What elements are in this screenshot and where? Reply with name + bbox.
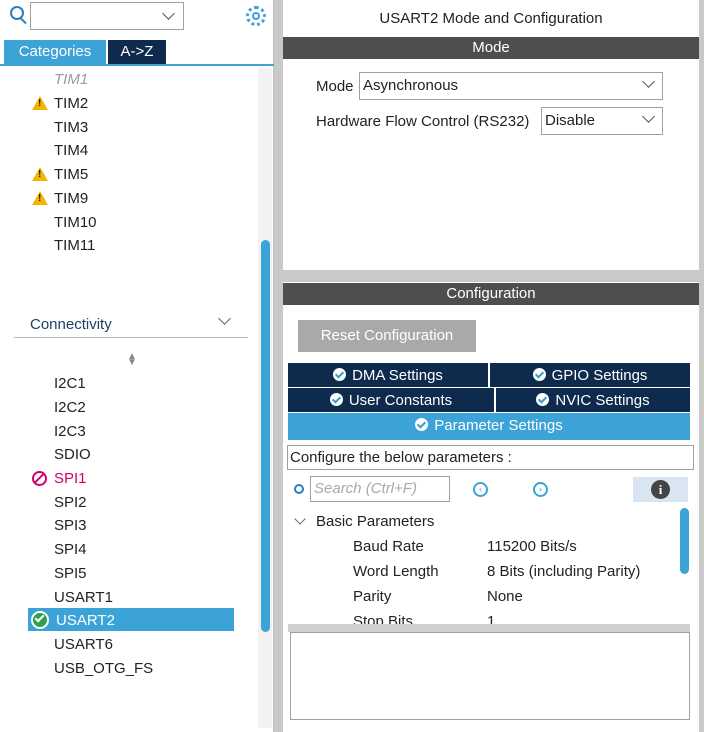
configure-text-box: Configure the below parameters : bbox=[287, 445, 694, 470]
scrollbar-thumb[interactable] bbox=[261, 240, 270, 632]
search-icon bbox=[294, 484, 304, 494]
list-item-tim9[interactable]: TIM9 bbox=[54, 190, 88, 207]
list-item-spi5[interactable]: SPI5 bbox=[54, 565, 87, 582]
param-name: Word Length bbox=[353, 563, 439, 580]
tab-gpio-settings[interactable]: GPIO Settings bbox=[490, 363, 690, 387]
warning-icon bbox=[32, 167, 48, 181]
list-item-i2c1[interactable]: I2C1 bbox=[54, 375, 86, 392]
mode-section-header: Mode bbox=[283, 37, 699, 59]
previous-icon[interactable]: ‹ bbox=[473, 482, 488, 497]
warning-icon bbox=[32, 96, 48, 110]
list-item-usb-otg-fs[interactable]: USB_OTG_FS bbox=[54, 660, 153, 677]
list-item-spi4[interactable]: SPI4 bbox=[54, 541, 87, 558]
list-item-tim4[interactable]: TIM4 bbox=[54, 142, 88, 159]
hfc-select[interactable]: Disable bbox=[541, 107, 663, 135]
param-name: Stop Bits bbox=[353, 613, 414, 624]
section-divider bbox=[14, 337, 248, 338]
list-item-tim11[interactable]: TIM11 bbox=[54, 237, 95, 254]
gear-icon-center bbox=[252, 12, 260, 20]
splitter[interactable] bbox=[288, 624, 690, 632]
mode-label: Mode bbox=[316, 78, 354, 95]
info-icon: i bbox=[651, 480, 670, 499]
list-item-sdio[interactable]: SDIO bbox=[54, 446, 91, 463]
mode-select[interactable]: Asynchronous bbox=[359, 72, 663, 100]
list-item-tim10[interactable]: TIM10 bbox=[54, 214, 97, 231]
reset-configuration-button[interactable]: Reset Configuration bbox=[298, 320, 476, 352]
list-item-spi2[interactable]: SPI2 bbox=[54, 494, 87, 511]
param-value[interactable]: 8 Bits (including Parity) bbox=[487, 563, 640, 580]
list-item-usart6[interactable]: USART6 bbox=[54, 636, 113, 653]
chevron-down-icon[interactable] bbox=[294, 513, 306, 525]
list-item-usart2[interactable]: USART2 bbox=[56, 612, 115, 629]
configuration-section-header: Configuration bbox=[283, 283, 699, 305]
tab-user-constants[interactable]: User Constants bbox=[288, 388, 494, 412]
search-icon-handle bbox=[20, 17, 27, 25]
list-item-tim3[interactable]: TIM3 bbox=[54, 119, 88, 136]
list-item-i2c2[interactable]: I2C2 bbox=[54, 399, 86, 416]
param-name: Parity bbox=[353, 588, 392, 605]
category-tabs: Categories A->Z bbox=[0, 40, 274, 66]
parameters-list: Basic Parameters Baud Rate 115200 Bits/s… bbox=[288, 508, 690, 624]
check-icon bbox=[329, 393, 343, 406]
tab-a-to-z[interactable]: A->Z bbox=[108, 40, 166, 64]
page-title: USART2 Mode and Configuration bbox=[379, 10, 603, 27]
check-icon bbox=[532, 368, 546, 381]
tab-categories[interactable]: Categories bbox=[4, 40, 106, 64]
sort-icon[interactable]: ▲ ▼ bbox=[127, 352, 137, 368]
check-icon bbox=[536, 393, 550, 406]
description-box bbox=[290, 632, 690, 720]
list-item-tim5[interactable]: TIM5 bbox=[54, 166, 88, 183]
categories-panel: Categories A->Z TIM1 TIM2 TIM3 TIM4 TIM5… bbox=[0, 0, 274, 732]
list-item-usart1[interactable]: USART1 bbox=[54, 589, 113, 606]
tab-parameter-settings[interactable]: Parameter Settings bbox=[288, 413, 690, 440]
list-item-i2c3[interactable]: I2C3 bbox=[54, 423, 86, 440]
check-icon bbox=[415, 418, 429, 431]
param-value[interactable]: 1 bbox=[487, 613, 495, 624]
param-value[interactable]: None bbox=[487, 588, 523, 605]
hfc-label: Hardware Flow Control (RS232) bbox=[316, 113, 530, 130]
tab-dma-settings[interactable]: DMA Settings bbox=[288, 363, 488, 387]
param-name: Baud Rate bbox=[353, 538, 424, 555]
scrollbar-thumb[interactable] bbox=[680, 508, 689, 574]
connectivity-header[interactable]: Connectivity bbox=[30, 316, 112, 333]
check-icon bbox=[333, 368, 347, 381]
parameter-search-input[interactable]: Search (Ctrl+F) bbox=[310, 476, 450, 502]
tab-nvic-settings[interactable]: NVIC Settings bbox=[496, 388, 690, 412]
chevron-down-icon[interactable] bbox=[218, 312, 231, 325]
group-basic-parameters[interactable]: Basic Parameters bbox=[316, 513, 434, 530]
param-value[interactable]: 115200 Bits/s bbox=[487, 538, 577, 555]
list-item-tim2[interactable]: TIM2 bbox=[54, 95, 88, 112]
list-item-spi3[interactable]: SPI3 bbox=[54, 517, 87, 534]
list-item-spi1[interactable]: SPI1 bbox=[54, 470, 87, 487]
category-search-combo[interactable] bbox=[30, 2, 184, 30]
next-icon[interactable]: › bbox=[533, 482, 548, 497]
warning-icon bbox=[32, 191, 48, 205]
list-item-tim1[interactable]: TIM1 bbox=[54, 71, 88, 88]
